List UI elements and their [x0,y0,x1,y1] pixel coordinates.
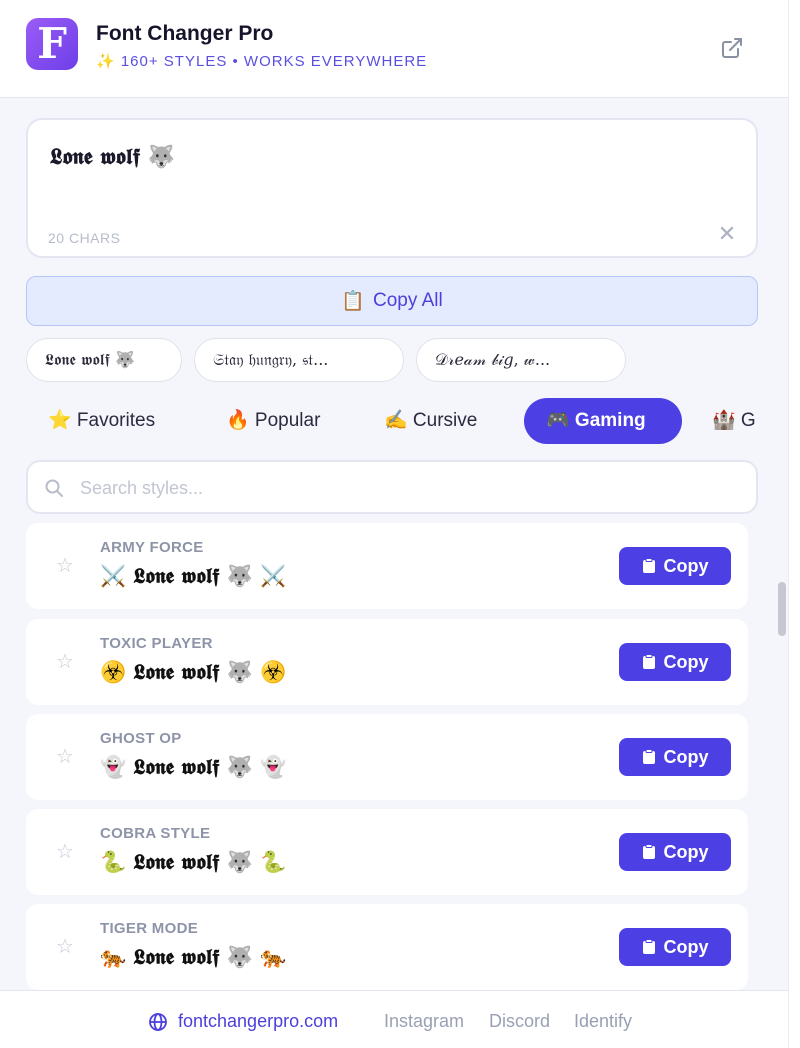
style-card: ☆ GHOST OP 👻 𝕷𝖔𝖓𝖊 𝖜𝖔𝖑𝖋 🐺 👻 Copy [26,714,748,800]
style-preview: 👻 𝕷𝖔𝖓𝖊 𝖜𝖔𝖑𝖋 🐺 👻 [100,754,287,779]
clipboard-icon [642,939,655,954]
style-card: ☆ ARMY FORCE ⚔️ 𝕷𝖔𝖓𝖊 𝖜𝖔𝖑𝖋 🐺 ⚔️ Copy [26,523,748,609]
style-name: COBRA STYLE [100,825,211,842]
tab-gaming[interactable]: 🎮 Gaming [524,398,682,444]
clipboard-icon: 📋 [341,291,365,312]
copy-button[interactable]: Copy [619,738,731,776]
style-name: TIGER MODE [100,920,199,937]
copy-button[interactable]: Copy [619,643,731,681]
clipboard-icon [642,654,655,669]
clipboard-icon [642,558,655,573]
clipboard-icon [642,844,655,859]
globe-icon [149,1012,167,1031]
copy-all-button[interactable]: 📋 Copy All [26,276,758,326]
scrollbar-track[interactable] [788,0,800,1048]
scrollbar-thumb[interactable] [778,582,786,636]
app-logo: F [26,18,78,70]
text-input[interactable]: 𝕷𝖔𝖓𝖊 𝖜𝖔𝖑𝖋 🐺 [50,144,175,170]
style-preview: ⚔️ 𝕷𝖔𝖓𝖊 𝖜𝖔𝖑𝖋 🐺 ⚔️ [100,563,287,588]
clipboard-icon [642,749,655,764]
copy-all-label: Copy All [372,290,443,311]
search-input[interactable] [80,474,720,502]
recent-chip[interactable]: 𝔖𝔱𝔞𝔶 𝔥𝔲𝔫𝔤𝔯𝔶, 𝔰𝔱... [194,338,404,382]
style-card: ☆ TOXIC PLAYER ☣️ 𝕷𝖔𝖓𝖊 𝖜𝖔𝖑𝖋 🐺 ☣️ Copy [26,619,748,705]
app-header: F Font Changer Pro ✨ 160+ STYLES • WORKS… [0,0,788,98]
star-icon[interactable]: ☆ [54,554,76,576]
identify-link[interactable]: Identify [574,1011,632,1032]
app-title: Font Changer Pro [96,22,274,45]
footer: fontchangerpro.com Instagram Discord Ide… [0,990,788,1048]
clear-icon[interactable]: ✕ [716,224,738,246]
char-count: 20 CHARS [48,230,121,246]
recent-chips: 𝕷𝖔𝖓𝖊 𝖜𝖔𝖑𝖋 🐺 𝔖𝔱𝔞𝔶 𝔥𝔲𝔫𝔤𝔯𝔶, 𝔰𝔱... 𝒟𝓇𝑒𝒶𝓂 𝒷𝒾𝑔… [26,338,766,382]
copy-label: Copy [663,555,709,576]
instagram-link[interactable]: Instagram [384,1011,464,1032]
copy-label: Copy [663,746,709,767]
search-box[interactable] [26,460,758,514]
star-icon[interactable]: ☆ [54,650,76,672]
copy-label: Copy [663,651,709,672]
tab-popular[interactable]: 🔥 Popular [204,398,342,444]
copy-button[interactable]: Copy [619,928,731,966]
star-icon[interactable]: ☆ [54,935,76,957]
external-link-icon[interactable] [720,36,744,60]
discord-link[interactable]: Discord [489,1011,550,1032]
style-card: ☆ COBRA STYLE 🐍 𝕷𝖔𝖓𝖊 𝖜𝖔𝖑𝖋 🐺 🐍 Copy [26,809,748,895]
style-name: GHOST OP [100,730,182,747]
star-icon[interactable]: ☆ [54,745,76,767]
style-name: ARMY FORCE [100,539,204,556]
tab-more[interactable]: 🏰 G [690,398,778,444]
tab-favorites[interactable]: ⭐ Favorites [26,398,177,444]
style-preview: 🐅 𝕷𝖔𝖓𝖊 𝖜𝖔𝖑𝖋 🐺 🐅 [100,944,287,969]
style-name: TOXIC PLAYER [100,635,213,652]
style-card: ☆ TIGER MODE 🐅 𝕷𝖔𝖓𝖊 𝖜𝖔𝖑𝖋 🐺 🐅 Copy [26,904,748,990]
copy-button[interactable]: Copy [619,547,731,585]
search-icon [44,478,64,498]
copy-button[interactable]: Copy [619,833,731,871]
website-link[interactable]: fontchangerpro.com [148,1011,338,1032]
text-input-card[interactable]: 𝕷𝖔𝖓𝖊 𝖜𝖔𝖑𝖋 🐺 20 CHARS ✕ [26,118,758,258]
style-preview: ☣️ 𝕷𝖔𝖓𝖊 𝖜𝖔𝖑𝖋 🐺 ☣️ [100,659,287,684]
style-preview: 🐍 𝕷𝖔𝖓𝖊 𝖜𝖔𝖑𝖋 🐺 🐍 [100,849,287,874]
copy-label: Copy [663,936,709,957]
recent-chip[interactable]: 𝒟𝓇𝑒𝒶𝓂 𝒷𝒾𝑔, 𝓌... [416,338,626,382]
app-subtitle: ✨ 160+ STYLES • WORKS EVERYWHERE [96,53,428,70]
star-icon[interactable]: ☆ [54,840,76,862]
recent-chip[interactable]: 𝕷𝖔𝖓𝖊 𝖜𝖔𝖑𝖋 🐺 [26,338,182,382]
copy-label: Copy [663,841,709,862]
website-label: fontchangerpro.com [178,1011,339,1031]
category-tabs: ⭐ Favorites 🔥 Popular ✍️ Cursive 🎮 Gamin… [26,398,788,446]
tab-cursive[interactable]: ✍️ Cursive [362,398,499,444]
